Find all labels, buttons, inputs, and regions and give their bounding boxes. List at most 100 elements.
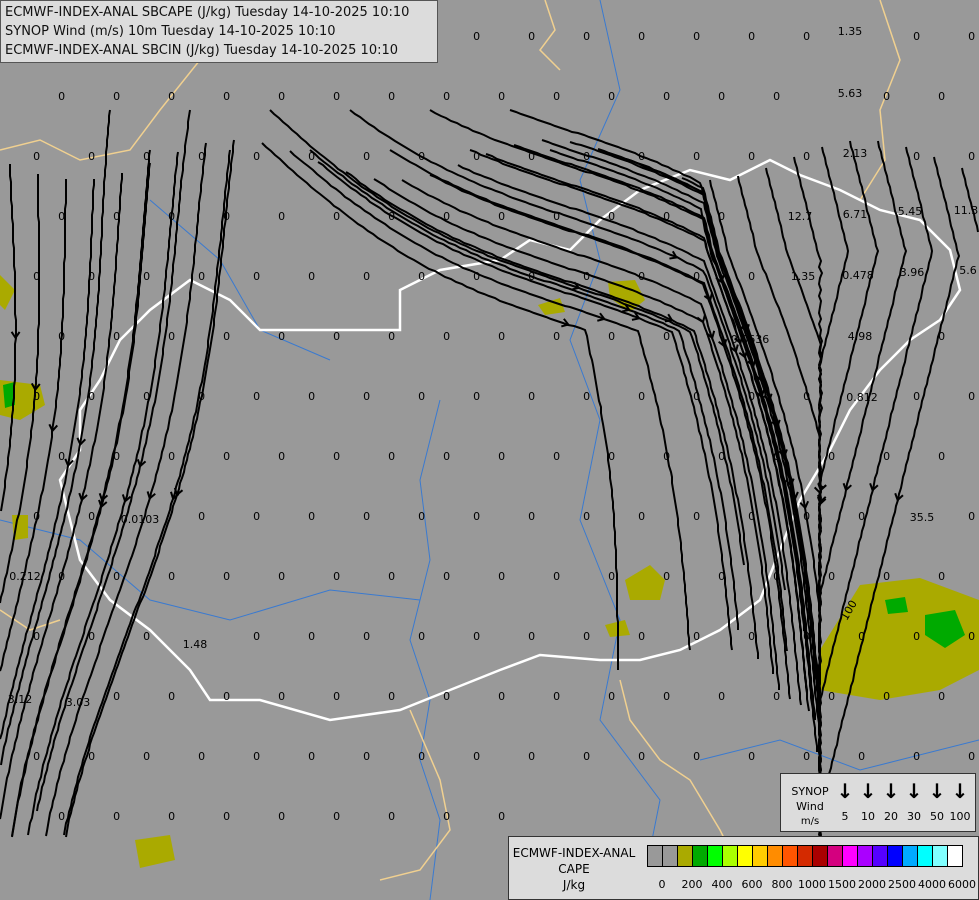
- wind-legend-unit: m/s: [800, 816, 820, 827]
- cape-legend-unit: J/kg: [562, 878, 586, 892]
- cape-color-swatch: [858, 846, 873, 866]
- cin-value-label: 0: [608, 690, 615, 703]
- cin-value-label: 3.03: [66, 696, 91, 709]
- cin-value-label: 0: [498, 90, 505, 103]
- cin-value-label: 0: [278, 90, 285, 103]
- cin-value-label: 0: [528, 270, 535, 283]
- cin-value-label: 0: [388, 810, 395, 823]
- cin-value-label: 0: [168, 210, 175, 223]
- cin-value-label: 0: [968, 510, 975, 523]
- cin-value-label: 0: [693, 630, 700, 643]
- cape-color-swatch: [663, 846, 678, 866]
- wind-speed-label: 5: [841, 810, 849, 823]
- cin-value-label: 0: [498, 210, 505, 223]
- cin-value-label: 1.35: [791, 270, 816, 283]
- cin-value-label: 0: [333, 210, 340, 223]
- cin-value-label: 0: [418, 630, 425, 643]
- cin-value-label: 0: [278, 690, 285, 703]
- cin-value-label: 0: [168, 450, 175, 463]
- cin-value-label: 0: [528, 750, 535, 763]
- cin-value-label: 0: [333, 450, 340, 463]
- cin-value-label: 0: [608, 90, 615, 103]
- cin-value-label: 0: [883, 690, 890, 703]
- cin-value-label: 35.5: [910, 511, 935, 524]
- cin-value-label: 0: [113, 450, 120, 463]
- cin-value-label: 0: [693, 30, 700, 43]
- cin-value-label: 0: [638, 510, 645, 523]
- wind-legend: SYNOP Wind m/s ↓ 5 ↓ 10 ↓ 20 ↓ 30 ↓ 50 ↓ 100: [780, 773, 976, 832]
- cin-value-label: 0: [528, 30, 535, 43]
- cape-color-swatch: [813, 846, 828, 866]
- cape-tick-label: 600: [741, 878, 763, 891]
- cin-value-label: 0: [113, 810, 120, 823]
- cin-value-label: 0: [443, 330, 450, 343]
- cin-value-label: 0: [113, 570, 120, 583]
- cin-value-label: 1.48: [183, 638, 208, 651]
- cape-tick-label: 2000: [858, 878, 886, 891]
- cin-value-label: 0: [858, 630, 865, 643]
- cin-value-label: 0: [583, 30, 590, 43]
- cin-value-label: 0: [883, 90, 890, 103]
- wind-legend-arrow-30: ↓ 30: [902, 780, 926, 823]
- cin-value-label: 0: [748, 390, 755, 403]
- cin-value-label: 0: [58, 90, 65, 103]
- cin-value-label: 0: [88, 270, 95, 283]
- cin-value-label: 11.3: [954, 204, 979, 217]
- arrow-down-icon: ↓: [859, 779, 877, 803]
- cape-color-bar: [647, 845, 963, 867]
- cin-value-label: 0: [388, 90, 395, 103]
- wind-legend-subtitle: Wind: [796, 800, 824, 813]
- wind-speed-label: 100: [949, 810, 971, 823]
- cape-legend: ECMWF-INDEX-ANAL CAPE J/kg 0 200 400 600 800…: [508, 836, 979, 900]
- cin-value-label: 0: [418, 750, 425, 763]
- cin-value-label: 0.0636: [731, 333, 770, 346]
- arrow-down-icon: ↓: [928, 779, 946, 803]
- cin-value-label: 0: [223, 450, 230, 463]
- cin-value-label: 0: [278, 210, 285, 223]
- cin-value-label: 0: [308, 750, 315, 763]
- cin-value-label: 0: [803, 150, 810, 163]
- cin-value-label: 0: [828, 690, 835, 703]
- cin-value-label: 0: [58, 330, 65, 343]
- cin-value-label: 0: [498, 570, 505, 583]
- cin-value-label: 0: [388, 570, 395, 583]
- cin-value-label: 0: [308, 270, 315, 283]
- cin-value-label: 0: [198, 390, 205, 403]
- cin-value-label: 0: [553, 90, 560, 103]
- cin-value-label: 0: [583, 630, 590, 643]
- cin-value-label: 0: [88, 390, 95, 403]
- cape-color-swatch: [948, 846, 962, 866]
- cin-value-label: 0: [693, 750, 700, 763]
- cape-color-swatch: [798, 846, 813, 866]
- cin-value-label: 0: [363, 510, 370, 523]
- cin-value-label: 0: [308, 510, 315, 523]
- cin-value-label: 0: [253, 390, 260, 403]
- cin-value-label: 0: [968, 750, 975, 763]
- cin-value-label: 0: [88, 630, 95, 643]
- title-wind: SYNOP Wind (m/s) 10m Tuesday 14-10-2025 …: [5, 24, 336, 39]
- wind-speed-label: 50: [930, 810, 944, 823]
- cin-value-label: 0: [773, 690, 780, 703]
- cin-value-label: 0: [583, 390, 590, 403]
- cape-tick-label: 800: [771, 878, 793, 891]
- cin-value-label: 0: [88, 150, 95, 163]
- cin-value-label: 0: [253, 270, 260, 283]
- cin-value-label: 0: [223, 690, 230, 703]
- cin-value-label: 0: [663, 330, 670, 343]
- cape-color-swatch: [738, 846, 753, 866]
- cin-value-label: 0: [58, 570, 65, 583]
- cin-value-label: 0: [828, 570, 835, 583]
- cin-value-label: 0: [443, 450, 450, 463]
- cin-value-label: 0: [278, 810, 285, 823]
- cin-value-label: 0: [663, 690, 670, 703]
- cin-value-label: 5.6: [959, 264, 977, 277]
- cin-value-label: 5.63: [838, 87, 863, 100]
- cin-value-label: 0: [253, 150, 260, 163]
- cin-value-label: 0: [913, 750, 920, 763]
- cape-tick-label: 6000: [948, 878, 976, 891]
- cin-value-label: 0: [553, 450, 560, 463]
- cin-value-label: 0: [498, 450, 505, 463]
- cin-value-label: 0: [498, 810, 505, 823]
- cin-value-label: 0: [803, 30, 810, 43]
- cin-value-label: 0: [143, 630, 150, 643]
